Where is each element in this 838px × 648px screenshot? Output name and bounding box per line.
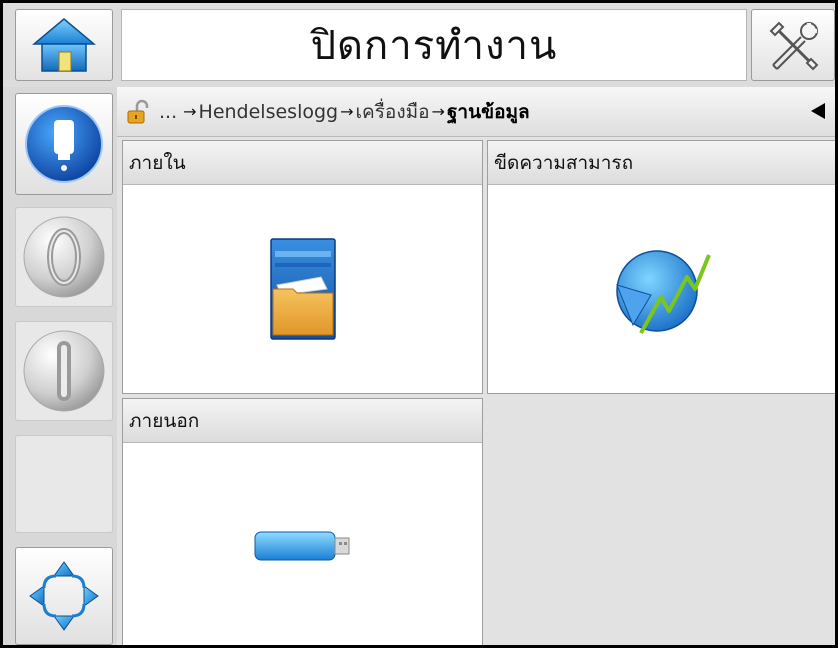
usb-drive-icon <box>254 531 349 561</box>
unlock-icon[interactable] <box>125 99 151 125</box>
panel-title: ขีดความสามารถ <box>494 151 634 174</box>
panel-header: ขีดความสามารถ <box>488 141 835 185</box>
panel-title: ภายใน <box>129 151 186 174</box>
tools-button[interactable] <box>751 9 835 81</box>
breadcrumb-separator: → <box>431 102 445 121</box>
performance-chart-icon <box>616 250 711 334</box>
folder-cabinet-icon <box>269 238 336 340</box>
panel-body <box>123 185 482 393</box>
start-icon <box>23 216 105 298</box>
stop-button[interactable] <box>15 321 113 421</box>
start-button[interactable] <box>15 207 113 307</box>
stop-icon <box>23 330 105 412</box>
app-window: ปิดการทำงาน ... → Hendelseslogg → เครื่อ… <box>0 0 838 648</box>
home-icon <box>32 18 96 72</box>
breadcrumb-separator: → <box>340 102 354 121</box>
page-title-box: ปิดการทำงาน <box>121 9 747 81</box>
breadcrumb-separator: → <box>183 102 197 121</box>
empty-rail-slot <box>15 435 113 533</box>
tools-icon <box>769 21 819 71</box>
breadcrumb-current: ฐานข้อมูล <box>446 100 530 123</box>
breadcrumb-item[interactable]: เครื่องมือ <box>356 97 430 127</box>
left-rail <box>3 87 117 645</box>
panel-header: ภายนอก <box>123 399 482 443</box>
capability-panel[interactable]: ขีดความสามารถ <box>487 140 835 394</box>
external-storage-panel[interactable]: ภายนอก <box>122 398 483 645</box>
panel-title: ภายนอก <box>129 409 200 432</box>
header-bar: ปิดการทำงาน <box>3 3 835 87</box>
ink-system-button[interactable] <box>15 93 113 195</box>
ink-system-icon <box>25 105 103 183</box>
navigation-button[interactable] <box>15 547 113 645</box>
panel-body <box>123 443 482 645</box>
breadcrumb: ... → Hendelseslogg → เครื่องมือ → ฐานข้… <box>117 87 835 137</box>
back-arrow-icon[interactable] <box>805 99 829 123</box>
page-title: ปิดการทำงาน <box>310 23 558 69</box>
panel-body <box>488 185 835 393</box>
content-area: ภายใน ขีดความสามารถ ภายนอก <box>117 138 835 645</box>
panel-header: ภายใน <box>123 141 482 185</box>
internal-storage-panel[interactable]: ภายใน <box>122 140 483 394</box>
home-button[interactable] <box>15 9 113 81</box>
navigation-arrows-icon <box>29 561 99 631</box>
breadcrumb-ellipsis[interactable]: ... <box>159 101 177 123</box>
breadcrumb-item[interactable]: Hendelseslogg <box>199 101 339 123</box>
